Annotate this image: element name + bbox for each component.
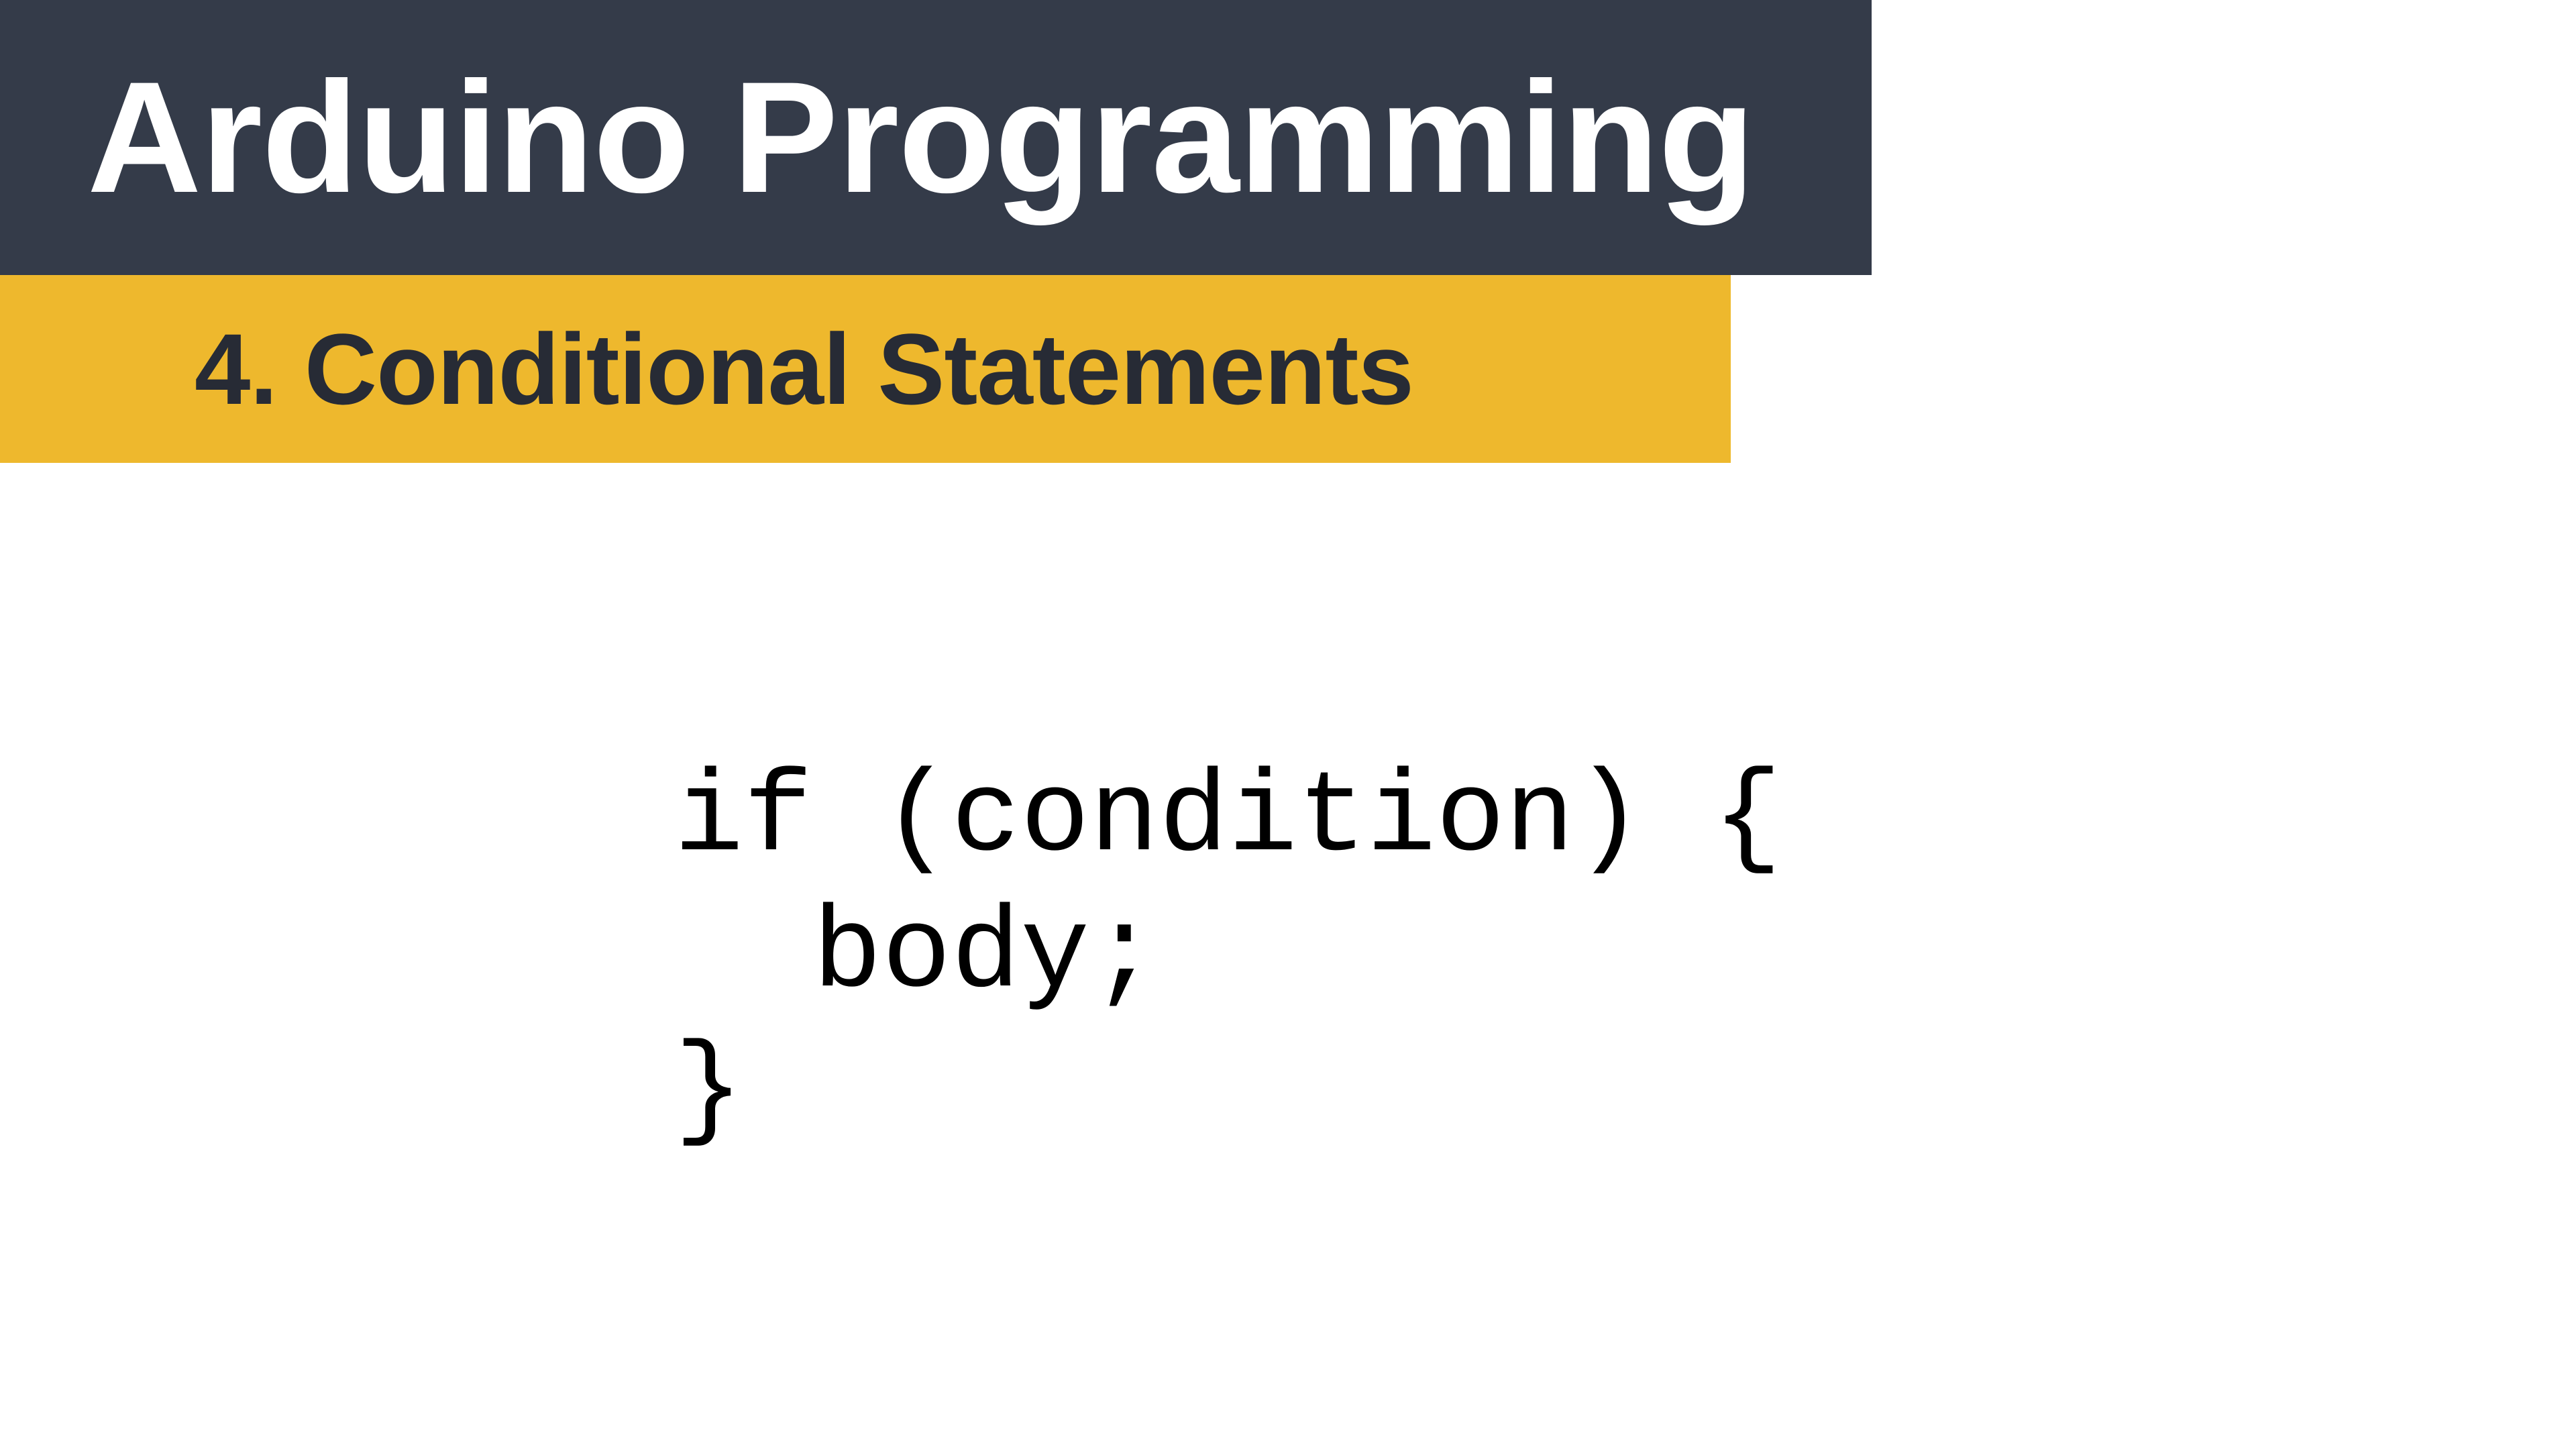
slide-title: Arduino Programming (87, 46, 1754, 229)
title-bar: Arduino Programming (0, 0, 1872, 275)
subtitle-bar: 4. Conditional Statements (0, 275, 1731, 463)
code-line-3: } (674, 1026, 743, 1157)
slide-subtitle: 4. Conditional Statements (195, 311, 1413, 427)
code-line-2: body; (674, 890, 1159, 1020)
code-line-1: if (condition) { (674, 753, 1782, 884)
code-block: if (condition) { body; } (674, 751, 1782, 1160)
